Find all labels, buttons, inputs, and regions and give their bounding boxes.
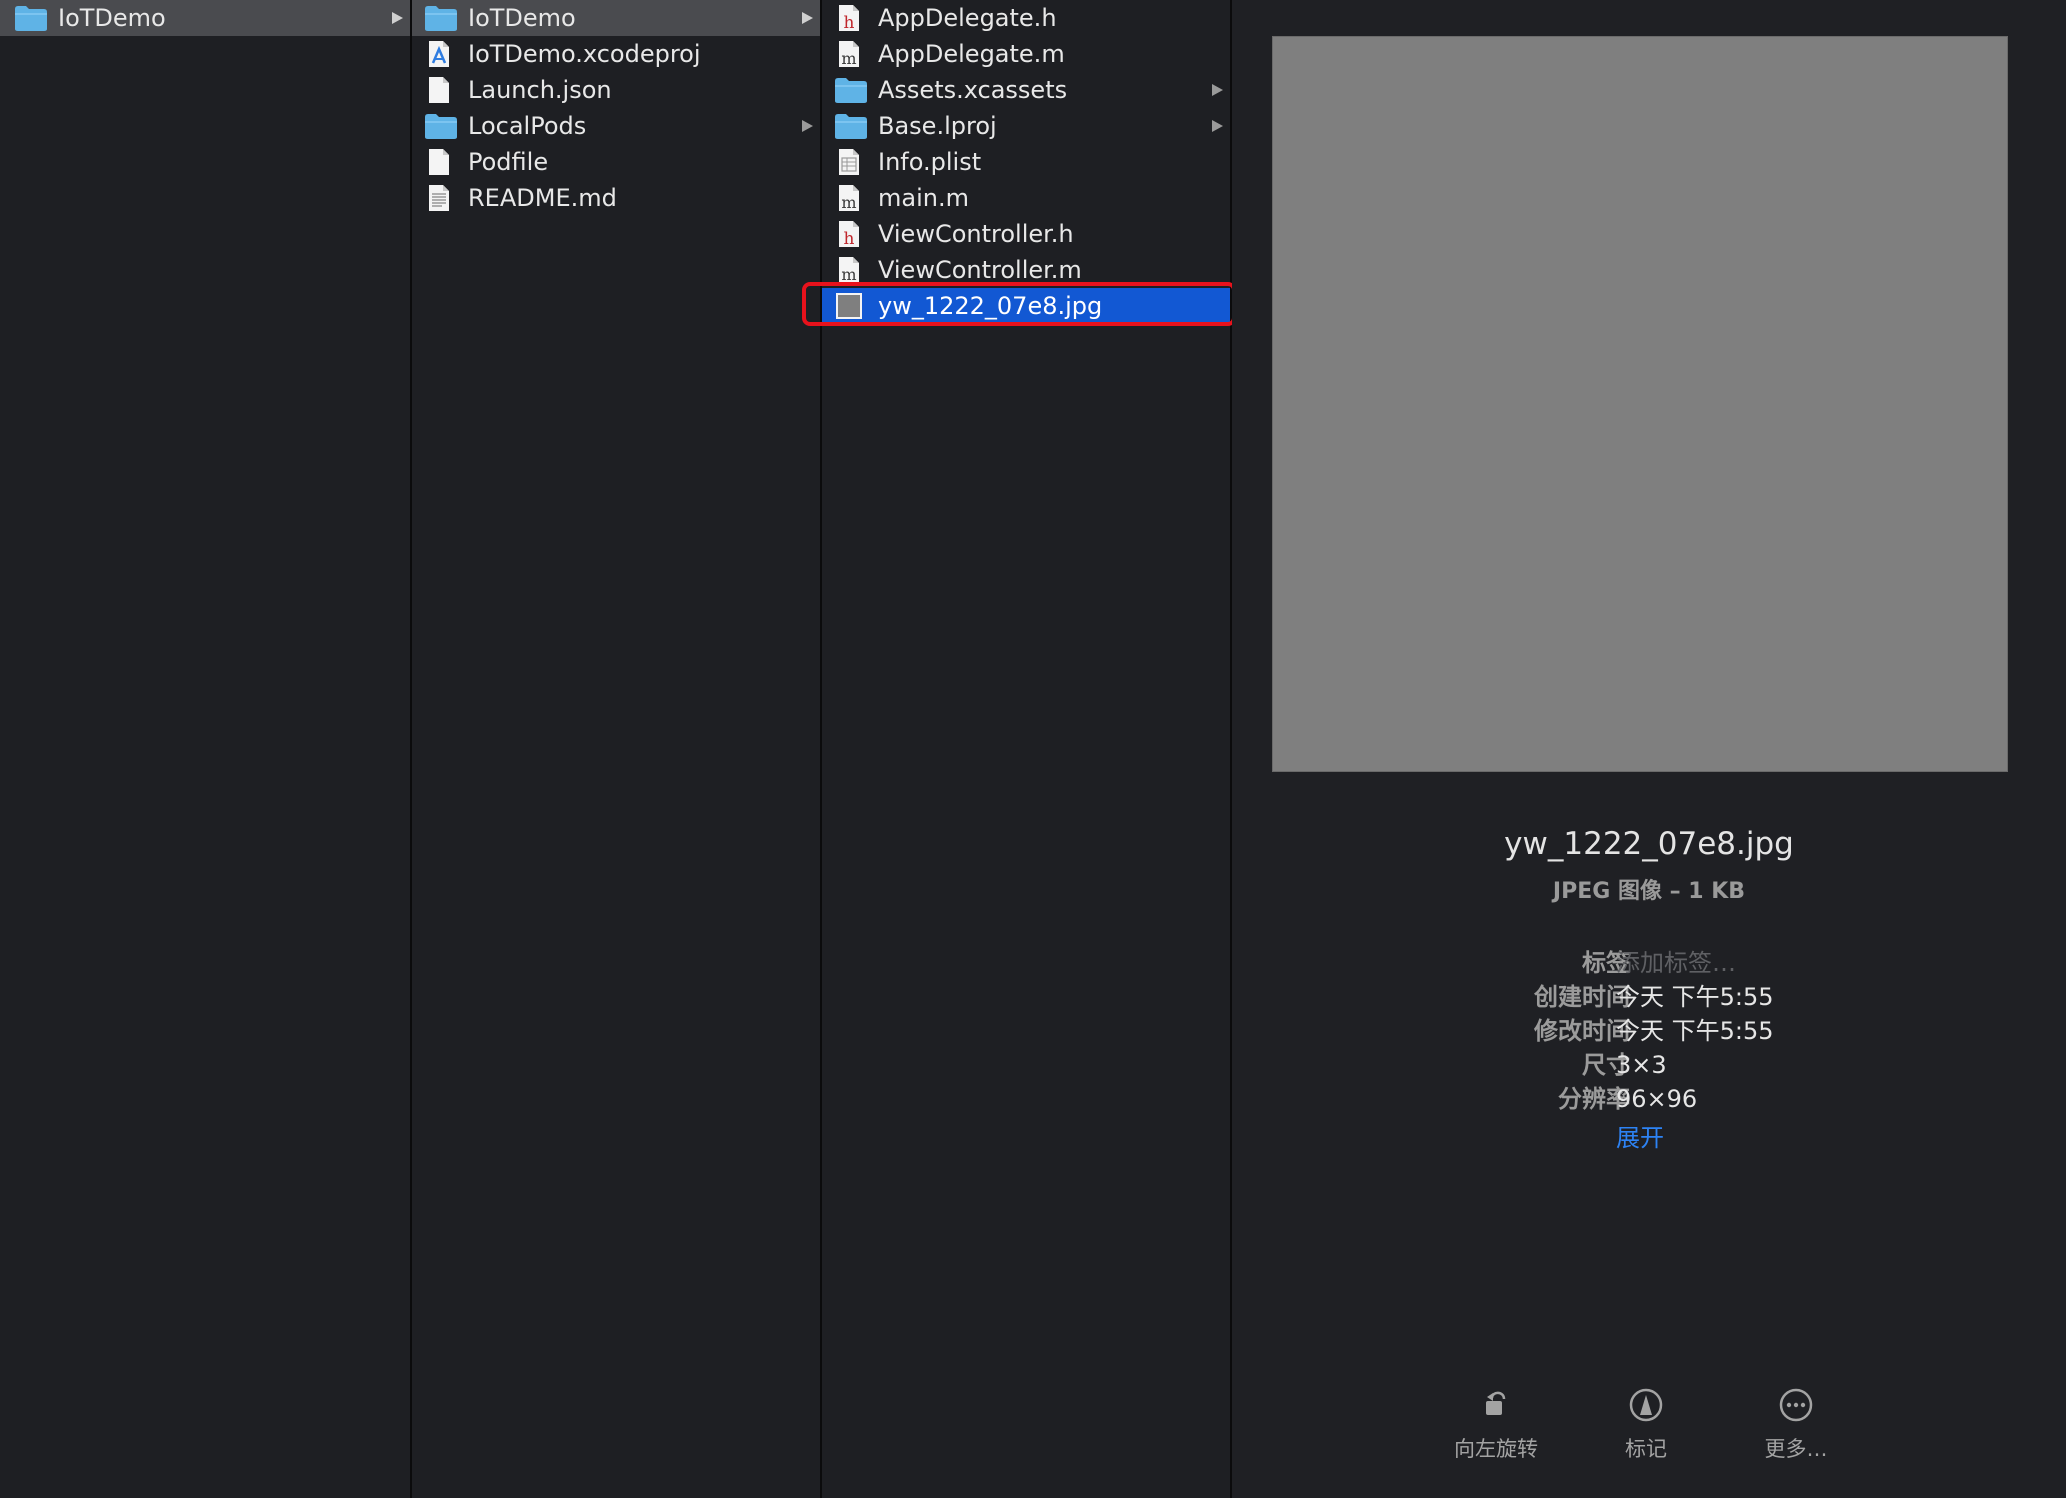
expand-link[interactable]: 展开	[1616, 1118, 1664, 1153]
document-icon	[424, 72, 458, 108]
info-row-tags: 标签 添加标签…	[1232, 946, 2066, 980]
folder-icon	[834, 108, 868, 144]
selection-highlight-annotation	[802, 282, 1236, 326]
file-row-viewcontroller-h[interactable]: h ViewController.h	[822, 216, 1230, 252]
markup-icon	[1626, 1385, 1666, 1425]
disclosure-arrow-icon	[1210, 108, 1224, 144]
column-1[interactable]: IoTDemo	[0, 0, 412, 1498]
info-value: 今天 下午5:55	[1616, 983, 1774, 1011]
file-name: AppDelegate.h	[878, 4, 1057, 32]
disclosure-arrow-icon	[390, 0, 404, 36]
info-value: 96×96	[1616, 1085, 1698, 1113]
file-name: main.m	[878, 184, 969, 212]
svg-text:m: m	[841, 193, 856, 212]
file-row-iotdemo-xcodeproj[interactable]: IoTDemo.xcodeproj	[412, 36, 820, 72]
disclosure-arrow-icon	[800, 108, 814, 144]
file-name: Base.lproj	[878, 112, 997, 140]
svg-text:h: h	[844, 229, 855, 249]
file-name: LocalPods	[468, 112, 587, 140]
file-row-iotdemo[interactable]: IoTDemo	[412, 0, 820, 36]
folder-icon	[424, 0, 458, 36]
more-button[interactable]: 更多…	[1726, 1385, 1866, 1463]
folder-icon	[834, 72, 868, 108]
rotate-left-button[interactable]: 向左旋转	[1426, 1385, 1566, 1463]
file-row-launch-json[interactable]: Launch.json	[412, 72, 820, 108]
file-row-base-lproj[interactable]: Base.lproj	[822, 108, 1230, 144]
tags-input[interactable]: 添加标签…	[1616, 946, 1736, 980]
markup-label: 标记	[1625, 1437, 1667, 1461]
disclosure-arrow-icon	[1210, 72, 1224, 108]
file-row-readme-md[interactable]: README.md	[412, 180, 820, 216]
file-name: ViewController.h	[878, 220, 1074, 248]
document-icon	[424, 144, 458, 180]
plist-icon	[834, 144, 868, 180]
markup-button[interactable]: 标记	[1576, 1385, 1716, 1463]
quick-actions: 向左旋转 标记 更多…	[1232, 1385, 2066, 1465]
preview-pane: yw_1222_07e8.jpg JPEG 图像 – 1 KB 标签 添加标签……	[1232, 0, 2066, 1498]
info-row-created: 创建时间 今天 下午5:55	[1232, 980, 2066, 1014]
objc-file-icon: m	[834, 36, 868, 72]
file-name: IoTDemo	[58, 4, 166, 32]
text-document-icon	[424, 180, 458, 216]
file-row-assets-xcassets[interactable]: Assets.xcassets	[822, 72, 1230, 108]
file-row-appdelegate-m[interactable]: m AppDelegate.m	[822, 36, 1230, 72]
column-2[interactable]: IoTDemo IoTDemo.xcodeproj Launch.json Local…	[412, 0, 822, 1498]
file-row-info-plist[interactable]: Info.plist	[822, 144, 1230, 180]
preview-file-kind: JPEG 图像 – 1 KB	[1552, 879, 1746, 904]
preview-file-name: yw_1222_07e8.jpg	[1504, 826, 1794, 862]
file-name: IoTDemo	[468, 4, 576, 32]
file-name: IoTDemo.xcodeproj	[468, 40, 701, 68]
file-name: Assets.xcassets	[878, 76, 1068, 104]
image-thumbnail[interactable]	[1272, 36, 2008, 772]
svg-text:h: h	[844, 13, 855, 33]
info-list: 标签 添加标签… 创建时间 今天 下午5:55 修改时间 今天 下午5:55 尺…	[1232, 946, 2066, 1116]
folder-icon	[424, 108, 458, 144]
folder-icon	[14, 0, 48, 36]
info-value: 今天 下午5:55	[1616, 1017, 1774, 1045]
file-name: Podfile	[468, 148, 549, 176]
finder-column-view: IoTDemo IoTDemo IoTDemo.xcodeproj Launch.j…	[0, 0, 2066, 1498]
header-file-icon: h	[834, 0, 868, 36]
xcodeproj-icon	[424, 36, 458, 72]
rotate-left-icon	[1476, 1385, 1516, 1425]
file-name: Info.plist	[878, 148, 982, 176]
disclosure-arrow-icon	[800, 0, 814, 36]
header-file-icon: h	[834, 216, 868, 252]
file-row-localpods[interactable]: LocalPods	[412, 108, 820, 144]
rotate-left-label: 向左旋转	[1454, 1437, 1538, 1461]
info-row-modified: 修改时间 今天 下午5:55	[1232, 1014, 2066, 1048]
file-name: AppDelegate.m	[878, 40, 1065, 68]
info-row-dimensions: 尺寸 3×3	[1232, 1048, 2066, 1082]
file-row-appdelegate-h[interactable]: h AppDelegate.h	[822, 0, 1230, 36]
svg-text:m: m	[841, 49, 856, 68]
objc-file-icon: m	[834, 180, 868, 216]
file-name: Launch.json	[468, 76, 612, 104]
info-row-resolution: 分辨率 96×96	[1232, 1082, 2066, 1116]
more-icon	[1776, 1385, 1816, 1425]
file-row-iotdemo[interactable]: IoTDemo	[0, 0, 410, 36]
more-label: 更多…	[1764, 1437, 1828, 1461]
info-value: 3×3	[1616, 1051, 1667, 1079]
file-name: README.md	[468, 184, 617, 212]
file-row-podfile[interactable]: Podfile	[412, 144, 820, 180]
file-row-main-m[interactable]: m main.m	[822, 180, 1230, 216]
column-3[interactable]: h AppDelegate.h m AppDelegate.m Assets.xcass…	[822, 0, 1232, 1498]
